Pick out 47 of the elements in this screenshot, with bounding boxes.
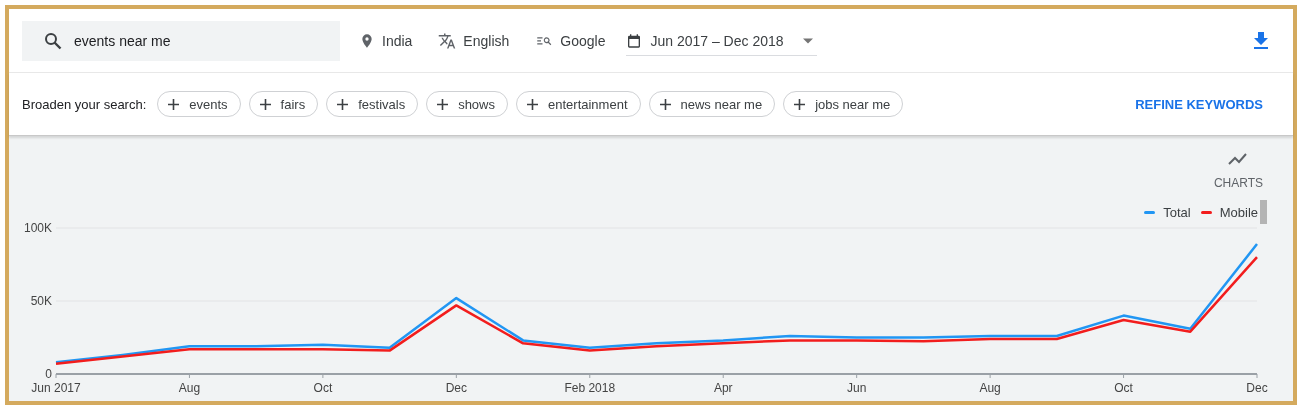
- search-icon: [44, 31, 62, 50]
- plus-icon: [437, 98, 449, 110]
- keyword-chip[interactable]: events: [157, 91, 241, 117]
- keyword-chip[interactable]: news near me: [648, 91, 776, 117]
- x-axis-label: Oct: [1114, 381, 1133, 395]
- date-range-dropdown[interactable]: Jun 2017 – Dec 2018: [626, 25, 818, 56]
- plus-icon: [259, 98, 271, 110]
- legend-label: Mobile: [1219, 204, 1258, 220]
- x-axis-label: Feb 2018: [564, 381, 616, 395]
- filter-button[interactable]: Google: [530, 31, 611, 50]
- caret-icon: [803, 38, 814, 44]
- x-axis-label: Jun 2017: [31, 381, 81, 395]
- plus-icon: [527, 98, 538, 110]
- legend-label: Total: [1163, 204, 1191, 220]
- search-field[interactable]: events near me: [22, 20, 340, 61]
- x-axis-label: Apr: [713, 381, 733, 395]
- calendar-icon: [626, 33, 643, 49]
- filter-button[interactable]: India: [354, 32, 418, 49]
- y-axis-label: 0: [45, 367, 52, 381]
- legend-swatch: [1144, 210, 1156, 214]
- x-axis-label: Aug: [178, 381, 201, 395]
- keyword-chip[interactable]: shows: [426, 91, 508, 117]
- plus-icon: [337, 98, 349, 110]
- x-axis-label: Dec: [1246, 381, 1268, 395]
- filter-button[interactable]: English: [433, 31, 515, 50]
- legend-swatch: [1200, 210, 1212, 214]
- x-axis-label: Aug: [979, 381, 1001, 395]
- download-button[interactable]: [1251, 29, 1271, 52]
- pin-icon: [359, 32, 375, 49]
- plus-icon: [659, 98, 671, 110]
- refine-keywords-button[interactable]: REFINE KEYWORDS: [1135, 92, 1263, 116]
- keyword-chip[interactable]: fairs: [248, 91, 319, 117]
- translate-icon: [438, 31, 457, 50]
- keyword-chip[interactable]: jobs near me: [783, 91, 904, 117]
- scrollbar: [1260, 200, 1267, 224]
- y-axis-label: 50K: [30, 294, 52, 308]
- keyword-chip[interactable]: entertainment: [516, 91, 641, 117]
- x-axis-label: Oct: [313, 381, 333, 395]
- broaden-label: Broaden your search:: [22, 96, 147, 112]
- x-axis-label: Jun: [847, 381, 867, 395]
- plus-icon: [794, 98, 806, 110]
- plus-icon: [168, 98, 180, 110]
- charts-toggle[interactable]: CHARTS: [1213, 152, 1263, 190]
- keyword-chip[interactable]: festivals: [326, 91, 419, 117]
- line-chart-icon: [1228, 152, 1249, 166]
- x-axis-label: Dec: [445, 381, 467, 395]
- y-axis-label: 100K: [23, 221, 52, 235]
